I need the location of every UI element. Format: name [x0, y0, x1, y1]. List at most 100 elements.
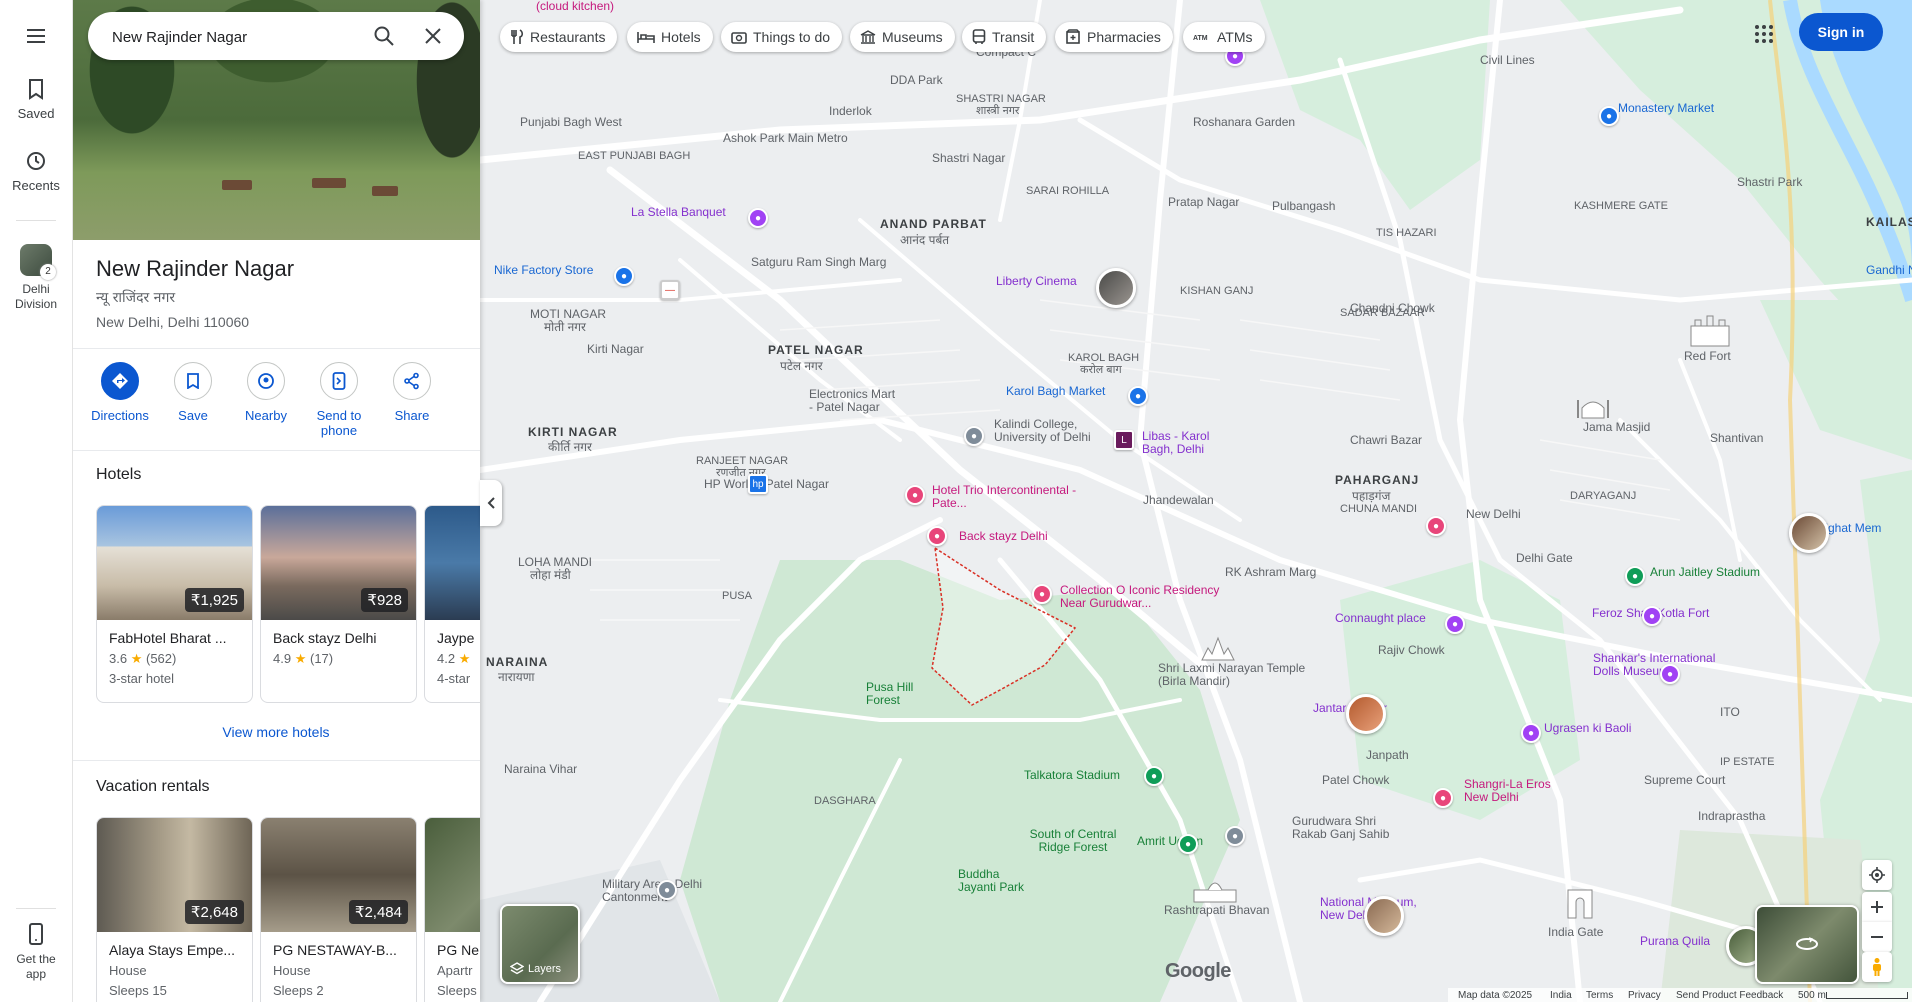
clear-search-button[interactable] [422, 25, 444, 52]
recents-button[interactable]: Recents [0, 150, 72, 193]
layers-button[interactable]: Layers [500, 904, 580, 984]
rental-type: Apartr [437, 963, 473, 978]
zoom-out-button[interactable] [1862, 922, 1892, 952]
hotel-marker[interactable]: ● [927, 526, 947, 546]
liberty-cinema-photo-pin[interactable] [1096, 268, 1136, 308]
shopping-marker[interactable]: ● [1128, 386, 1148, 406]
phone-icon [29, 923, 43, 945]
college-marker[interactable]: ● [964, 426, 984, 446]
saved-button[interactable]: Saved [0, 78, 72, 121]
stadium-marker[interactable]: ● [1144, 766, 1164, 786]
national-museum-photo-pin[interactable] [1364, 896, 1404, 936]
banquet-marker[interactable]: ● [748, 208, 768, 228]
map-canvas[interactable]: ANAND PARBAT आनंद पर्बत PATEL NAGAR पटेल… [480, 0, 1912, 1002]
pegman-button[interactable] [1862, 952, 1892, 982]
scale-label[interactable]: 500 m [1798, 990, 1826, 1001]
privacy-link[interactable]: Privacy [1628, 990, 1661, 1001]
search-box [88, 12, 464, 60]
view-more-hotels-link[interactable]: View more hotels [72, 724, 480, 740]
search-input[interactable] [110, 24, 374, 50]
share-button[interactable]: Share [376, 362, 448, 423]
menu-button[interactable] [0, 24, 72, 54]
map-label: New Delhi [1466, 507, 1521, 521]
save-button[interactable]: Save [157, 362, 229, 423]
hotel-marker[interactable]: ● [1426, 516, 1446, 536]
jantar-mantar-photo-pin[interactable] [1346, 694, 1386, 734]
sign-in-button[interactable]: Sign in [1799, 13, 1883, 51]
park-marker[interactable]: ● [1178, 834, 1198, 854]
map-label: Ugrasen ki Baoli [1544, 721, 1632, 735]
map-label: Rashtrapati Bhavan [1164, 903, 1270, 917]
stadium-marker[interactable]: ● [1625, 566, 1645, 586]
rental-name: Alaya Stays Empe... [109, 942, 236, 958]
attraction-marker[interactable]: ● [1445, 614, 1465, 634]
rental-card[interactable]: ₹2,648 Alaya Stays Empe... House Sleeps … [96, 817, 253, 1002]
chip-atms[interactable]: ATM ATMs [1183, 22, 1265, 52]
recent-place-delhi-division[interactable]: 2 Delhi Division [0, 244, 72, 312]
museum-marker[interactable]: ● [1660, 664, 1680, 684]
attraction-marker[interactable]: ● [1521, 723, 1541, 743]
worship-marker[interactable]: ● [1225, 826, 1245, 846]
search-button[interactable] [372, 24, 396, 53]
map-label: DASGHARA [814, 795, 876, 807]
nearby-button[interactable]: Nearby [230, 362, 302, 423]
map-label: Monastery Market [1618, 101, 1715, 115]
bookmark-icon [187, 373, 199, 389]
map-label: कीर्ति नगर [548, 440, 592, 454]
chip-museums[interactable]: Museums [850, 22, 955, 52]
collapse-panel-button[interactable] [480, 480, 502, 526]
send-feedback-link[interactable]: Send Product Feedback [1676, 990, 1783, 1001]
map-label: Shastri Nagar [932, 151, 1006, 165]
shopping-marker[interactable]: ● [614, 266, 634, 286]
zoom-in-button[interactable] [1862, 892, 1892, 922]
directions-button[interactable]: Directions [84, 362, 156, 423]
map-label: Satguru Ram Singh Marg [751, 255, 887, 269]
my-location-button[interactable] [1862, 860, 1892, 890]
hotel-name: Jaype [437, 630, 475, 646]
apps-button[interactable] [1752, 22, 1776, 46]
rental-card[interactable]: PG Ne Apartr Sleeps [424, 817, 480, 1002]
map-label: PAHARGANJ [1335, 473, 1420, 487]
electronics-marker[interactable]: — [660, 280, 680, 300]
hotel-marker[interactable]: ● [905, 485, 925, 505]
store-marker[interactable]: hp [748, 474, 768, 494]
map-label: PUSA [722, 590, 752, 602]
map-label: DARYAGANJ [1570, 490, 1637, 502]
rentals-section-title: Vacation rentals [96, 778, 210, 795]
hotel-marker[interactable]: ● [1032, 584, 1052, 604]
send-to-phone-button[interactable]: Send to phone [303, 362, 375, 438]
chip-things-to-do[interactable]: Things to do [721, 22, 843, 52]
landmark-marker[interactable]: ● [657, 880, 677, 900]
birla-mandir-icon [1201, 636, 1235, 661]
museum-marker[interactable]: ● [1642, 606, 1662, 626]
hotel-card[interactable]: ₹928 Back stayz Delhi 4.9 ★ (17) [260, 505, 417, 703]
chip-label: Things to do [753, 29, 831, 45]
map-label: लोहा मंडी [530, 568, 571, 582]
map-label: शास्त्री नगर [976, 105, 1020, 117]
chip-hotels[interactable]: Hotels [627, 22, 713, 52]
store-marker[interactable]: L [1114, 430, 1134, 450]
hotel-rating: 4.2 ★ [437, 651, 471, 666]
hotel-marker[interactable]: ● [1433, 788, 1453, 808]
hotel-card[interactable]: ₹1,925 FabHotel Bharat ... 3.6 ★ (562) 3… [96, 505, 253, 703]
india-gate-icon [1567, 889, 1593, 919]
hotel-card[interactable]: Jaype 4.2 ★ 4-star [424, 505, 480, 703]
street-view-thumbnail[interactable] [1755, 905, 1859, 984]
india-link[interactable]: India [1550, 990, 1572, 1001]
rajghat-photo-pin[interactable] [1789, 513, 1829, 553]
chip-pharmacies[interactable]: Pharmacies [1055, 22, 1173, 52]
map-label: ANAND PARBAT [880, 217, 987, 231]
rental-card[interactable]: ₹2,484 PG NESTAWAY-B... House Sleeps 2 [260, 817, 417, 1002]
shopping-marker[interactable]: ● [1599, 106, 1619, 126]
map-label: Collection O Iconic Residency Near Gurud… [1060, 583, 1220, 610]
rotate-360-icon [1796, 937, 1818, 950]
map-label: Shankar's International Dolls Museum [1593, 651, 1716, 678]
terms-link[interactable]: Terms [1586, 990, 1613, 1001]
map-label: RK Ashram Marg [1225, 565, 1317, 579]
hotel-type: 4-star [437, 671, 471, 686]
pegman-icon [1873, 958, 1881, 976]
chip-transit[interactable]: Transit [962, 22, 1047, 52]
map-label: KISHAN GANJ [1180, 285, 1254, 297]
get-app-button[interactable]: Get the app [0, 922, 72, 982]
chip-restaurants[interactable]: Restaurants [500, 22, 618, 52]
